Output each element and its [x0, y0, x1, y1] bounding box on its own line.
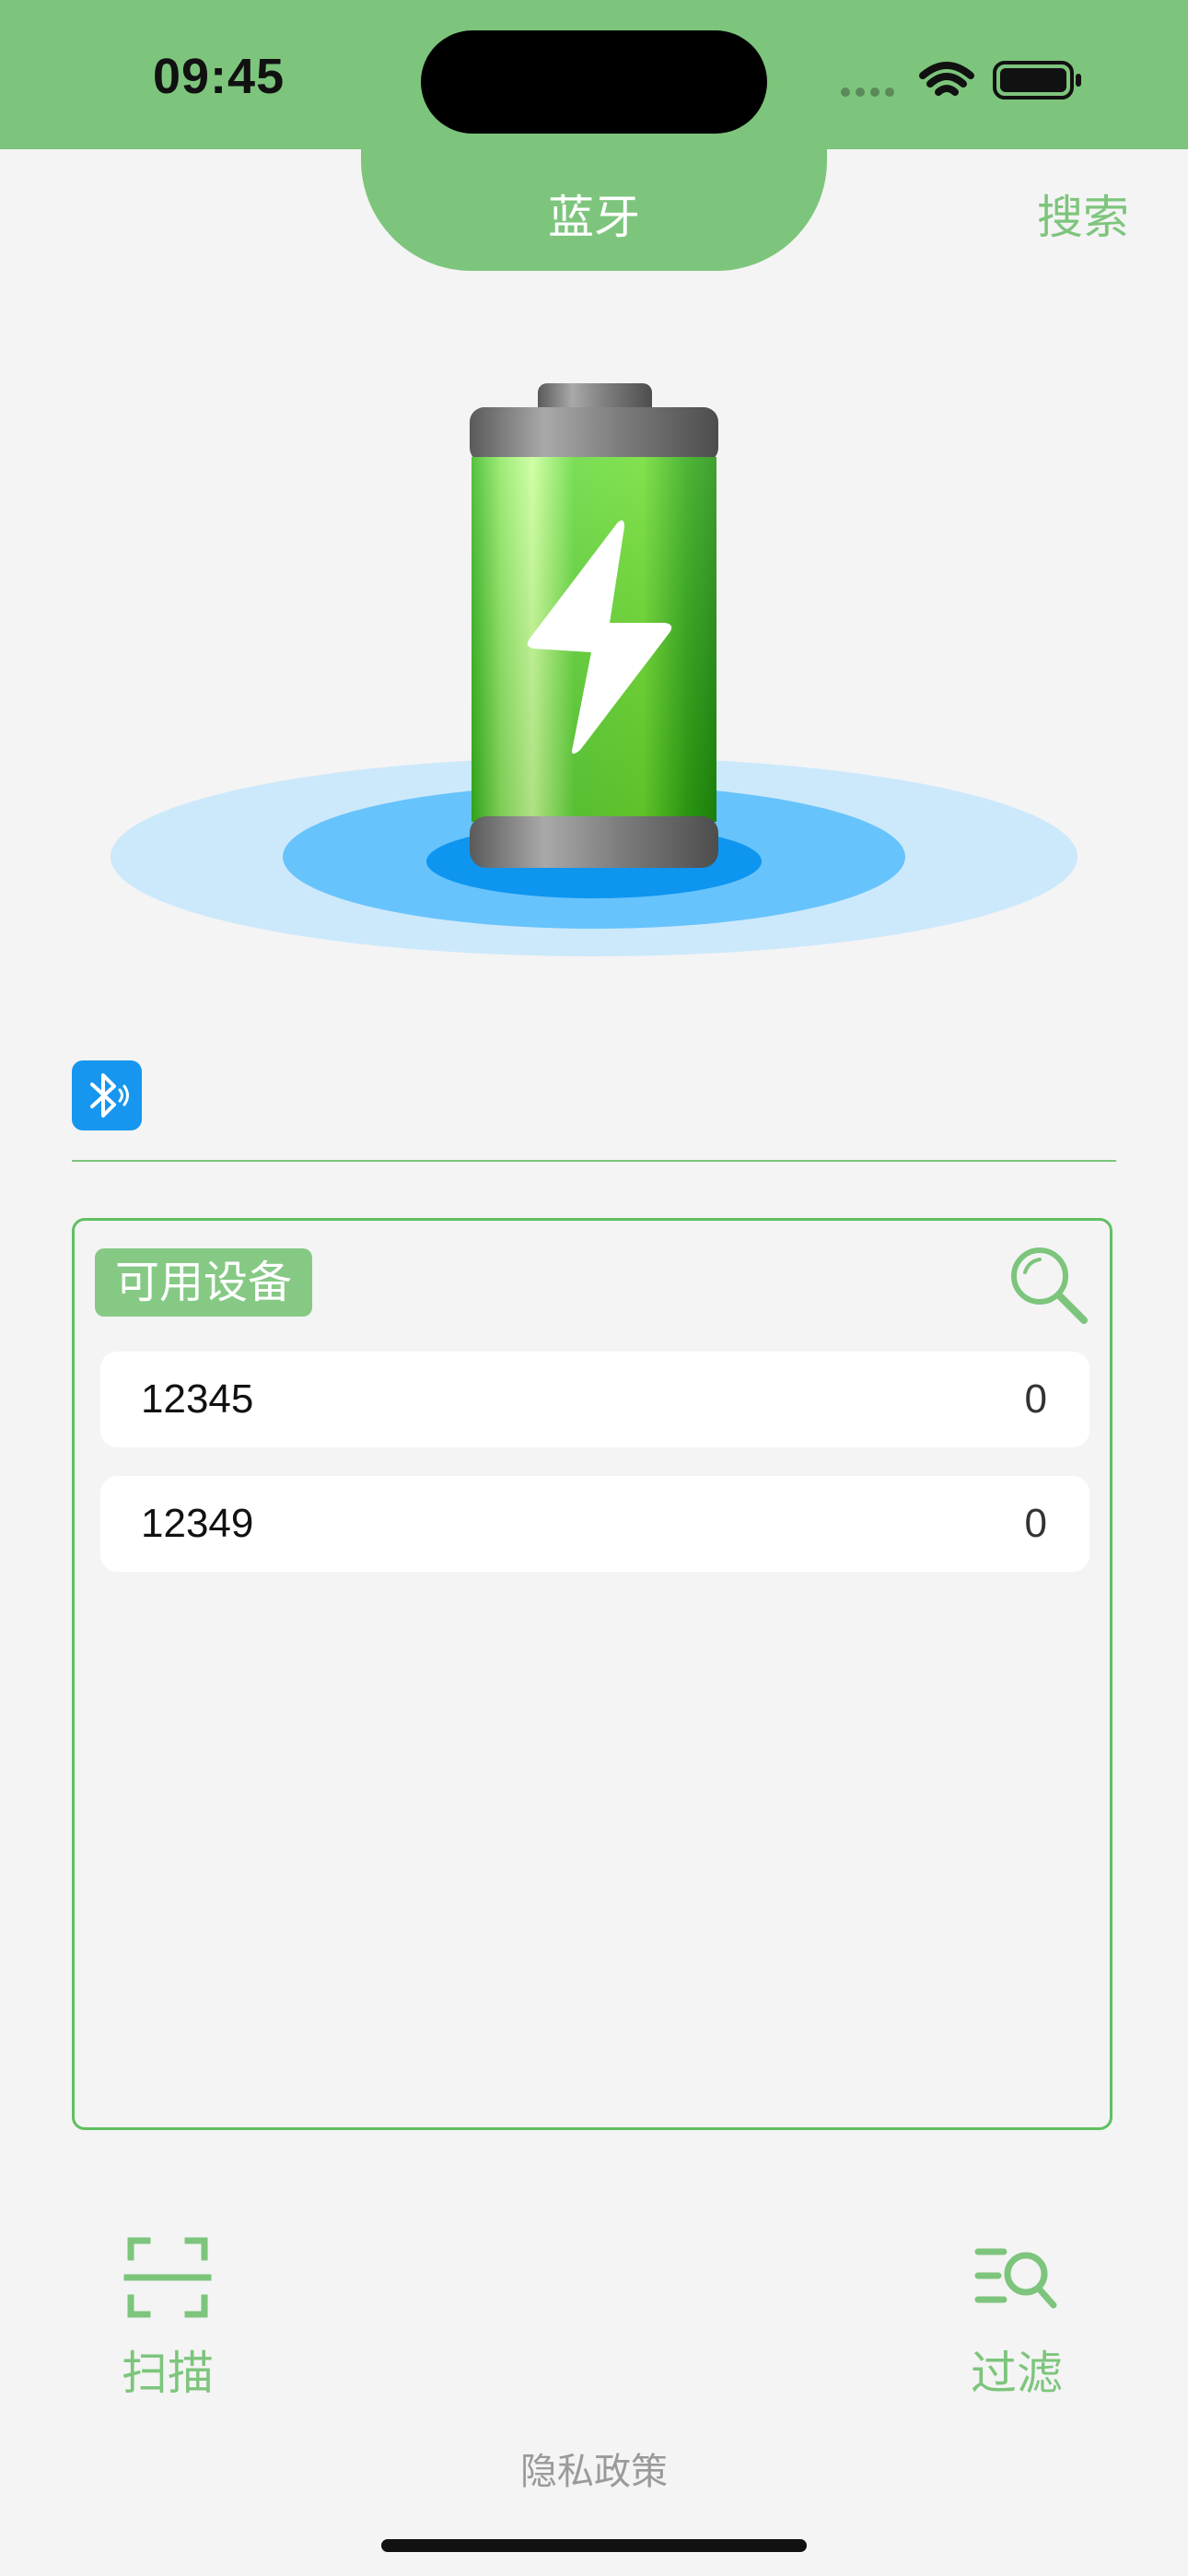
home-indicator — [381, 2539, 807, 2552]
search-icon[interactable] — [1005, 1241, 1091, 1328]
privacy-policy-link[interactable]: 隐私政策 — [0, 2441, 1188, 2495]
scan-label: 扫描 — [122, 2347, 214, 2400]
available-devices-badge: 可用设备 — [95, 1248, 313, 1317]
wifi-icon — [919, 62, 974, 96]
status-icons — [841, 61, 1081, 100]
bluetooth-screen: 09:45 蓝牙 搜索 可用设备 12345 0 12349 0 扫描 过滤 隐… — [0, 0, 1188, 2576]
bluetooth-symbol-icon — [90, 1073, 129, 1118]
device-value: 0 — [1024, 1501, 1047, 1546]
dynamic-island — [421, 30, 767, 134]
device-name: 12345 — [141, 1376, 254, 1422]
device-row[interactable]: 12345 0 — [100, 1352, 1089, 1447]
divider — [72, 1160, 1116, 1162]
battery-status-icon — [993, 61, 1081, 100]
scan-button[interactable]: 扫描 — [94, 2233, 241, 2400]
filter-label: 过滤 — [971, 2347, 1063, 2400]
available-devices-panel: 可用设备 12345 0 12349 0 — [72, 1218, 1112, 2130]
filter-search-icon — [974, 2248, 1057, 2309]
filter-button[interactable]: 过滤 — [943, 2233, 1090, 2400]
device-value: 0 — [1024, 1376, 1047, 1422]
cellular-signal-icon — [841, 88, 894, 97]
title-tab: 蓝牙 — [361, 147, 827, 271]
status-bar: 09:45 — [0, 0, 1188, 149]
status-time: 09:45 — [153, 49, 285, 104]
charging-battery-icon — [111, 383, 1077, 956]
device-row[interactable]: 12349 0 — [100, 1476, 1089, 1572]
search-button[interactable]: 搜索 — [1037, 181, 1129, 247]
page-title: 蓝牙 — [548, 191, 640, 244]
scan-icon — [123, 2237, 212, 2318]
device-name: 12349 — [141, 1501, 254, 1546]
bluetooth-icon[interactable] — [72, 1060, 142, 1130]
